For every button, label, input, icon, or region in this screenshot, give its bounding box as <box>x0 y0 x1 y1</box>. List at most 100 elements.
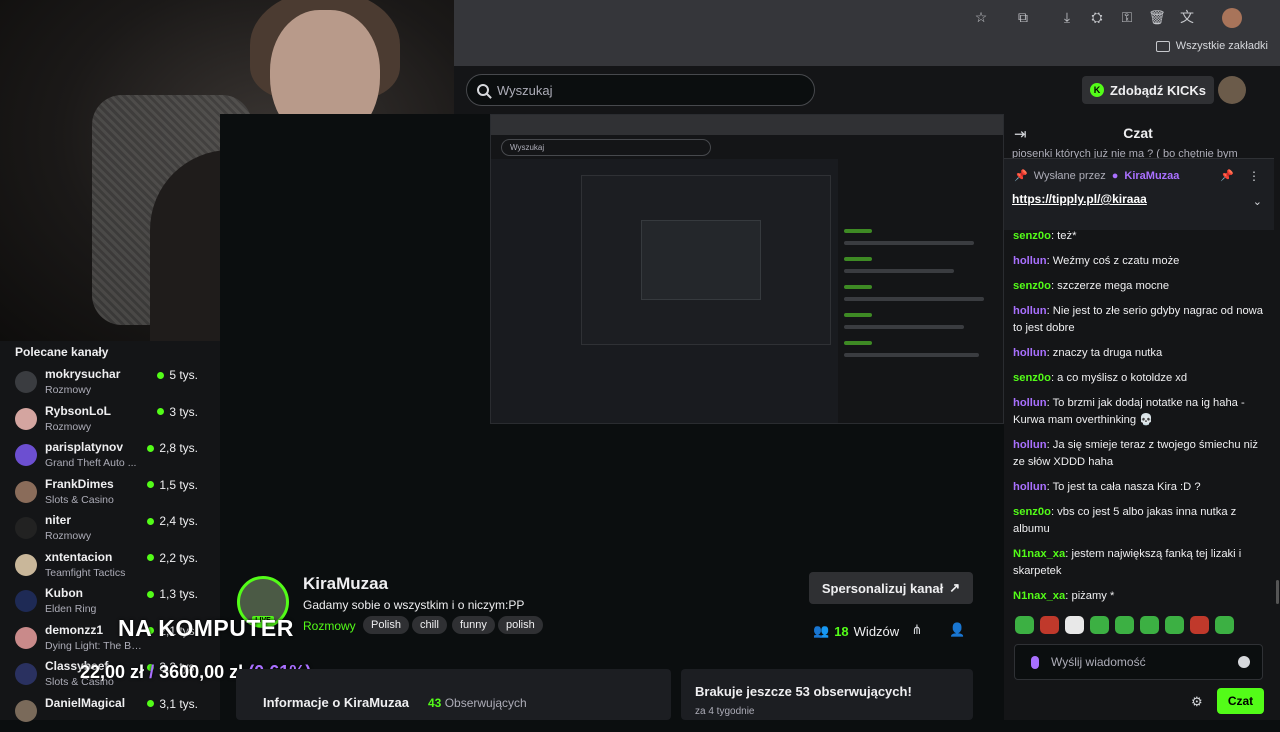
chat-username[interactable]: hollun <box>1013 397 1047 409</box>
trash-icon[interactable]: 🗑 <box>1148 8 1166 26</box>
chat-username[interactable]: hollun <box>1013 255 1047 267</box>
translate-icon[interactable]: 文 <box>1178 8 1196 26</box>
chat-message-text: To jest ta cała nasza Kira :D ? <box>1052 481 1201 493</box>
stream-tag[interactable]: chill <box>412 616 447 634</box>
stream-category-link[interactable]: Rozmowy <box>303 619 356 633</box>
emote-icon[interactable] <box>1165 616 1184 634</box>
chat-username[interactable]: senz0o <box>1013 372 1051 384</box>
sidebar-channel-item[interactable]: niter Rozmowy 2,4 tys. <box>15 513 210 549</box>
chat-input-placeholder: Wyślij wiadomość <box>1051 655 1146 669</box>
star-icon[interactable]: ☆ <box>972 8 990 26</box>
chat-username[interactable]: N1nax_xa <box>1013 590 1065 602</box>
chat-message-input[interactable]: Wyślij wiadomość <box>1014 644 1263 680</box>
user-avatar[interactable] <box>1218 76 1246 104</box>
nested-chat-line <box>844 269 954 273</box>
sidebar-channel-item[interactable]: parisplatynov Grand Theft Auto ... 2,8 tys… <box>15 440 210 476</box>
emote-icon[interactable] <box>1065 616 1084 634</box>
chat-username[interactable]: hollun <box>1013 347 1047 359</box>
channel-avatar <box>15 480 37 503</box>
follow-user-icon[interactable]: 👤 <box>949 622 965 638</box>
channel-viewer-count: 3 tys. <box>169 404 198 419</box>
chat-scrollbar[interactable] <box>1276 580 1279 604</box>
key-icon[interactable]: ⚿ <box>1118 8 1136 26</box>
chat-username[interactable]: senz0o <box>1013 230 1051 242</box>
share-icon[interactable]: ⋔ <box>909 622 925 638</box>
chat-message-text: a co myślisz o kotoldze xd <box>1057 372 1188 384</box>
stream-tag[interactable]: funny <box>452 616 495 634</box>
chat-message: senz0o: vbs co jest 5 albo jakas inna nu… <box>1013 506 1237 535</box>
gear-icon[interactable]: ⚙ <box>1191 694 1203 710</box>
emoji-picker-icon[interactable] <box>1238 656 1250 668</box>
chevron-down-icon[interactable]: ⌄ <box>1253 195 1262 208</box>
chat-message-text: piżamy * <box>1071 590 1115 602</box>
live-dot-icon <box>157 408 165 415</box>
chat-message: N1nax_xa: jestem największą fanką tej li… <box>1013 548 1242 577</box>
incognito-icon[interactable]: ⛭ <box>1088 8 1106 26</box>
pinned-by-user[interactable]: KiraMuzaa <box>1124 170 1179 182</box>
get-kicks-button[interactable]: K Zdobądź KICKs <box>1081 76 1214 104</box>
emote-icon[interactable] <box>1115 616 1134 634</box>
nested-video-deep <box>641 220 761 300</box>
chat-username[interactable]: hollun <box>1013 439 1047 451</box>
channel-avatar <box>15 371 37 393</box>
chat-username[interactable]: hollun <box>1013 305 1047 317</box>
emote-icon[interactable] <box>1190 616 1209 634</box>
mic-icon: ● <box>1111 169 1119 182</box>
sidebar-channel-item[interactable]: FrankDimes Slots & Casino 1,5 tys. <box>15 477 210 513</box>
chat-message-text: też* <box>1057 230 1077 242</box>
channel-name: mokrysuchar <box>45 367 121 381</box>
emote-icon[interactable] <box>1215 616 1234 634</box>
chat-send-button[interactable]: Czat <box>1217 688 1264 714</box>
followers-label: Obserwujących <box>444 696 527 710</box>
sidebar-channel-item[interactable]: DanielMagical 3,1 tys. <box>15 696 210 732</box>
emote-icon[interactable] <box>1090 616 1109 634</box>
pinned-message: 📌 Wysłane przez ● KiraMuzaa 📌 ⋮ https://… <box>1004 158 1274 230</box>
followers-number: 43 <box>428 696 442 710</box>
about-card: Informacje o KiraMuzaa 43 Obserwujących <box>236 669 671 720</box>
channel-avatar <box>15 590 37 612</box>
nested-screen-capture: Wyszukaj <box>490 114 1004 424</box>
profile-avatar[interactable] <box>1222 8 1242 28</box>
channel-category: Teamfight Tactics <box>45 566 126 579</box>
chat-message-text: znaczy ta druga nutka <box>1052 347 1163 359</box>
channel-viewer-count: 2,8 tys. <box>159 441 198 455</box>
chat-message: hollun: Ja się smieje teraz z twojego śm… <box>1013 439 1258 468</box>
search-input[interactable]: Wyszukaj <box>466 74 815 106</box>
sidebar-channel-item[interactable]: xntentacion Teamfight Tactics 2,2 tys. <box>15 550 210 586</box>
chat-username[interactable]: hollun <box>1013 481 1047 493</box>
channel-viewer-count: 1,3 tys. <box>159 587 198 601</box>
folder-icon <box>1155 40 1170 52</box>
emote-icon[interactable] <box>1140 616 1159 634</box>
chat-username[interactable]: senz0o <box>1013 506 1051 518</box>
chat-messages: senz0o: też* hollun: Weźmy coś z czatu mo… <box>1013 228 1265 613</box>
pinned-link[interactable]: https://tipply.pl/@kiraaa <box>1012 192 1147 206</box>
extensions-icon[interactable]: ⧉ <box>1014 8 1032 26</box>
sidebar-channel-item[interactable]: mokrysuchar Rozmowy 5 tys. <box>15 367 210 403</box>
channel-viewer-count: 1,5 tys. <box>159 477 198 492</box>
nested-chat-line <box>844 229 872 233</box>
chat-username[interactable]: senz0o <box>1013 280 1051 292</box>
channel-category: Rozmowy <box>45 530 92 542</box>
channel-viewer-count: 3,1 tys. <box>159 696 198 711</box>
emote-icon[interactable] <box>1040 616 1059 634</box>
stream-tag[interactable]: Polish <box>363 616 409 634</box>
more-options-icon[interactable]: ⋮ <box>1248 169 1260 183</box>
channel-avatar <box>15 407 37 430</box>
nested-chat-line <box>844 241 974 245</box>
nested-browser-bar <box>491 115 1003 135</box>
bookmarks-folder[interactable]: Wszystkie zakładki <box>1155 40 1268 52</box>
stream-tag[interactable]: polish <box>498 616 543 634</box>
channel-name: RybsonLoL <box>45 403 111 418</box>
follower-goal-card: Brakuje jeszcze 53 obserwujących! za 4 t… <box>681 669 973 720</box>
chat-message: senz0o: a co myślisz o kotoldze xd <box>1013 372 1188 384</box>
pin-icon: 📌 <box>1014 170 1028 182</box>
chat-username[interactable]: N1nax_xa <box>1013 548 1065 560</box>
unpin-icon[interactable]: 📌 <box>1220 169 1234 182</box>
nested-chat-line <box>844 297 984 301</box>
download-icon[interactable]: ⤓ <box>1058 8 1076 26</box>
chat-message: N1nax_xa: piżamy * <box>1013 590 1115 602</box>
customize-channel-button[interactable]: Spersonalizuj kanał ↗ <box>809 572 973 604</box>
sidebar-channel-item[interactable]: RybsonLoL Rozmowy 3 tys. <box>15 404 210 440</box>
streamer-name[interactable]: KiraMuzaa <box>303 574 388 594</box>
emote-icon[interactable] <box>1015 616 1034 634</box>
